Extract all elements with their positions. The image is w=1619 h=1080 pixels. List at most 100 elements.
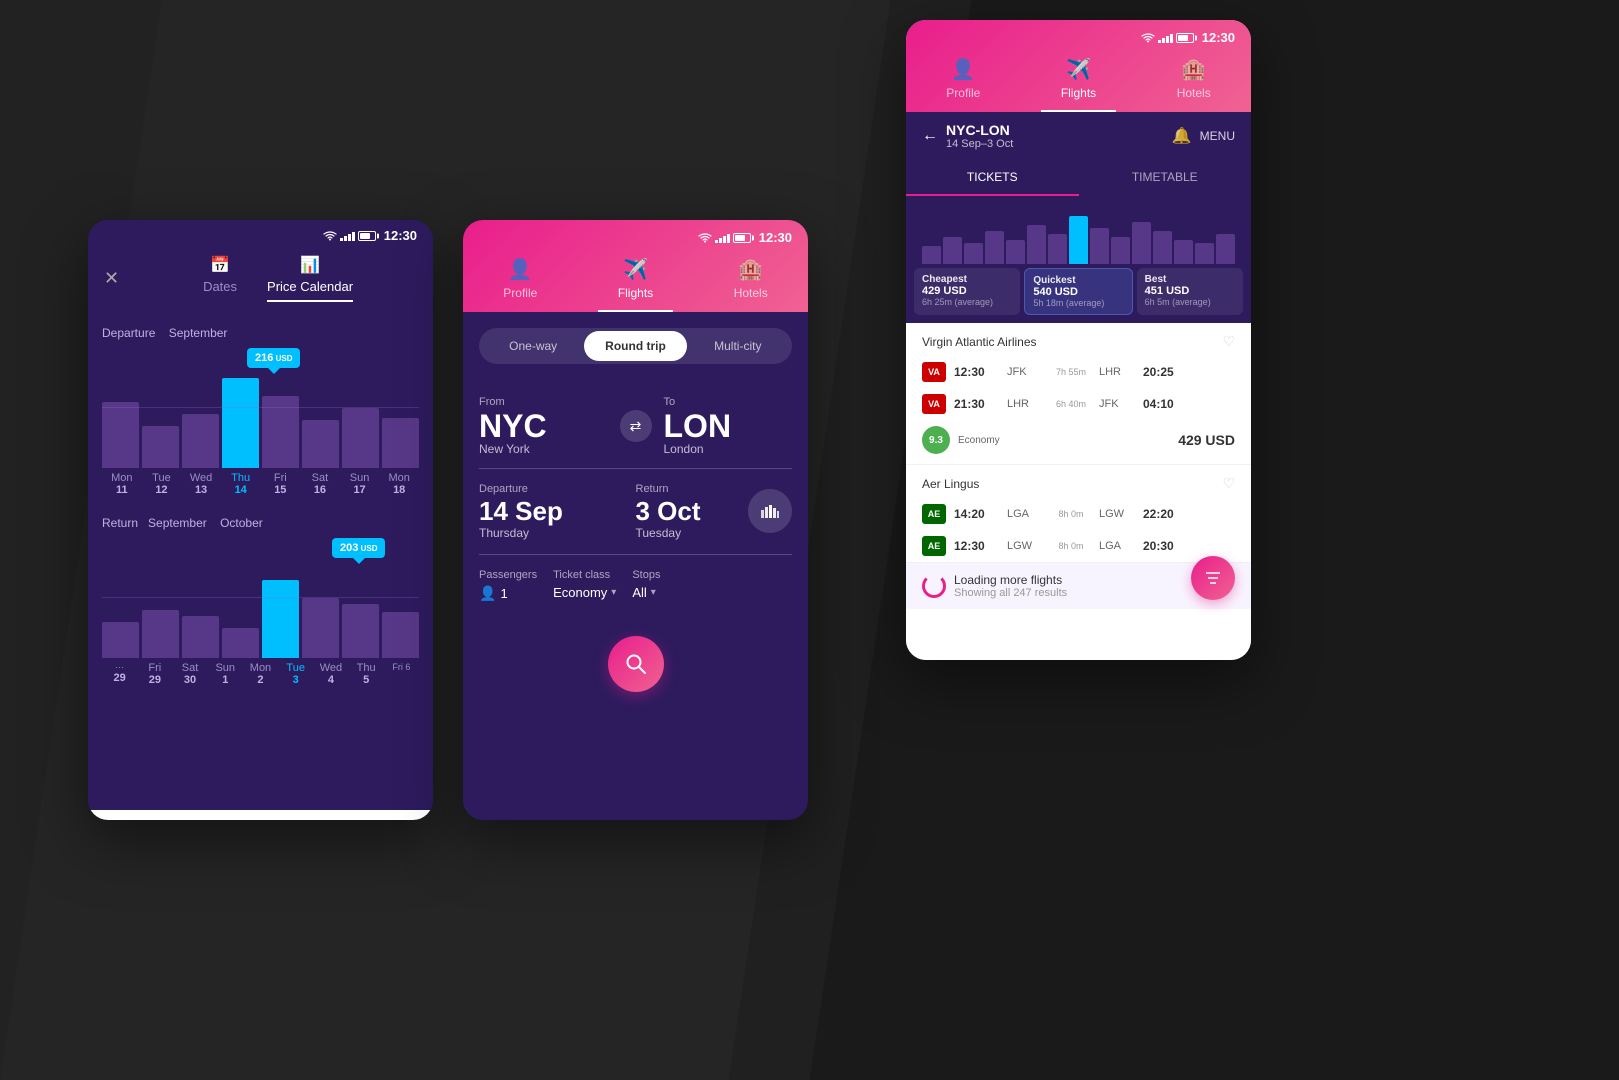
nav-profile[interactable]: 👤 Profile [483,257,557,312]
tab-one-way[interactable]: One-way [482,331,584,361]
p-bar [1090,228,1109,264]
day-cell[interactable]: Thu5 [349,662,384,686]
stops-value[interactable]: All ▾ [632,585,660,600]
p-bar [964,243,983,264]
day-cell[interactable]: Mon18 [379,472,419,496]
p-bar [985,231,1004,264]
passengers-value[interactable]: 👤 1 [479,585,537,602]
dep-code2: LHR [1007,398,1043,410]
p-bar [1153,231,1172,264]
close-button[interactable]: ✕ [104,268,119,289]
tab-price-calendar[interactable]: 📊 Price Calendar [267,255,353,302]
heart-icon-va[interactable]: ♡ [1222,333,1235,350]
ae-duration2: 8h 0m [1051,541,1091,551]
price-calendar-button[interactable] [748,489,792,533]
price-card-quickest[interactable]: Quickest 540 USD 5h 18m (average) [1024,268,1132,315]
departure-date-field[interactable]: Departure 14 Sep Thursday [479,483,636,540]
bar [342,408,379,468]
price-chart-section [906,196,1251,268]
p-bar [1048,234,1067,264]
airline-section-ae: Aer Lingus ♡ AE 14:20 LGA 8h 0m LGW 22:2… [906,465,1251,563]
battery-icon3 [1176,33,1194,43]
day-cell[interactable]: ···29 [102,662,137,686]
day-cell[interactable]: Sun1 [208,662,243,686]
p-bar [1006,240,1025,264]
bar [302,598,339,658]
to-field[interactable]: To LON London [664,396,793,456]
day-cell[interactable]: Mon2 [243,662,278,686]
day-cell[interactable]: Sat30 [172,662,207,686]
nav-hotels[interactable]: 🏨 Hotels [714,257,788,312]
day-cell[interactable]: Wed13 [181,472,221,496]
quickest-label: Quickest [1033,275,1123,286]
status-icons [323,231,376,241]
search-button[interactable] [608,636,664,692]
p-bar [1174,240,1193,264]
day-cell[interactable]: Wed4 [313,662,348,686]
tab-timetable[interactable]: TIMETABLE [1079,160,1252,196]
swap-button[interactable]: ⇄ [620,410,652,442]
tab-tickets[interactable]: TICKETS [906,160,1079,196]
tab-round-trip[interactable]: Round trip [584,331,686,361]
menu-button[interactable]: MENU [1200,129,1235,143]
chart-line2 [102,597,419,598]
departure-chart[interactable]: 216 USD [102,348,419,468]
flight-row-ae1[interactable]: AE 14:20 LGA 8h 0m LGW 22:20 [906,498,1251,530]
cheapest-value: 429 USD [922,285,1012,297]
notification-icon[interactable]: 🔔 [1172,126,1192,146]
return-chart[interactable]: 203 USD [102,538,419,658]
phone1-status-bar: 12:30 [88,220,433,247]
phones-container: 12:30 ✕ 📅 Dates 📊 Price Calendar Departu… [0,0,1619,1080]
route-code: NYC-LON [946,122,1013,138]
tab-multi-city[interactable]: Multi-city [687,331,789,361]
nav3-flights[interactable]: ✈️ Flights [1041,57,1116,112]
day-cell[interactable]: Fri29 [137,662,172,686]
flight-row-ae2[interactable]: AE 12:30 LGW 8h 0m LGA 20:30 [906,530,1251,562]
stops-field[interactable]: Stops All ▾ [632,569,660,602]
chart-bars-icon [761,504,779,518]
route-actions: 🔔 MENU [1172,126,1235,146]
day-cell-active[interactable]: Tue3 [278,662,313,686]
day-cell[interactable]: Fri 6 [384,662,419,686]
nav3-profile[interactable]: 👤 Profile [926,57,1000,112]
ae-dep-time: 14:20 [954,507,999,521]
filter-icon [1204,570,1222,586]
bar [142,426,179,468]
price-card-cheapest[interactable]: Cheapest 429 USD 6h 25m (average) [914,268,1020,315]
dates-icon: 📅 [210,255,230,275]
flight-row[interactable]: VA 21:30 LHR 6h 40m JFK 04:10 [906,388,1251,420]
day-cell[interactable]: Sat16 [300,472,340,496]
phone3-results: 12:30 👤 Profile ✈️ Flights 🏨 Hotels [906,20,1251,660]
bar [142,610,179,658]
day-cell[interactable]: Mon11 [102,472,142,496]
profile-icon: 👤 [508,257,533,282]
day-cell-active[interactable]: Thu14 [221,472,261,496]
va-logo2: VA [922,394,946,414]
departure-price-tooltip: 216 USD [247,348,300,368]
tab-dates[interactable]: 📅 Dates [203,255,237,302]
phone2-header: 12:30 👤 Profile ✈️ Flights 🏨 Hotels [463,220,808,312]
price-card-best[interactable]: Best 451 USD 6h 5m (average) [1137,268,1243,315]
day-cell[interactable]: Tue12 [142,472,182,496]
from-field[interactable]: From NYC New York [479,396,608,456]
ticket-class-value[interactable]: Economy ▾ [553,585,616,600]
filter-fab[interactable] [1191,556,1235,600]
p-bar-active [1069,216,1088,264]
route-header: ← NYC-LON 14 Sep–3 Oct 🔔 MENU [906,112,1251,160]
hotels-icon3: 🏨 [1181,57,1206,82]
nav3-hotels[interactable]: 🏨 Hotels [1157,57,1231,112]
p-bar [922,246,941,264]
nav-flights[interactable]: ✈️ Flights [598,257,673,312]
heart-icon-ae[interactable]: ♡ [1222,475,1235,492]
day-cell[interactable]: Fri15 [261,472,301,496]
wifi-icon2 [698,233,712,243]
day-cell[interactable]: Sun17 [340,472,380,496]
phone2-search: 12:30 👤 Profile ✈️ Flights 🏨 Hotels [463,220,808,820]
airline-name-va: Virgin Atlantic Airlines [922,335,1037,349]
passengers-section: Passengers 👤 1 Ticket class Economy ▾ St… [479,555,792,616]
back-button[interactable]: ← [922,127,938,145]
bar [102,402,139,468]
ticket-class-field[interactable]: Ticket class Economy ▾ [553,569,616,602]
flight-row[interactable]: VA 12:30 JFK 7h 55m LHR 20:25 [906,356,1251,388]
passengers-field[interactable]: Passengers 👤 1 [479,569,537,602]
